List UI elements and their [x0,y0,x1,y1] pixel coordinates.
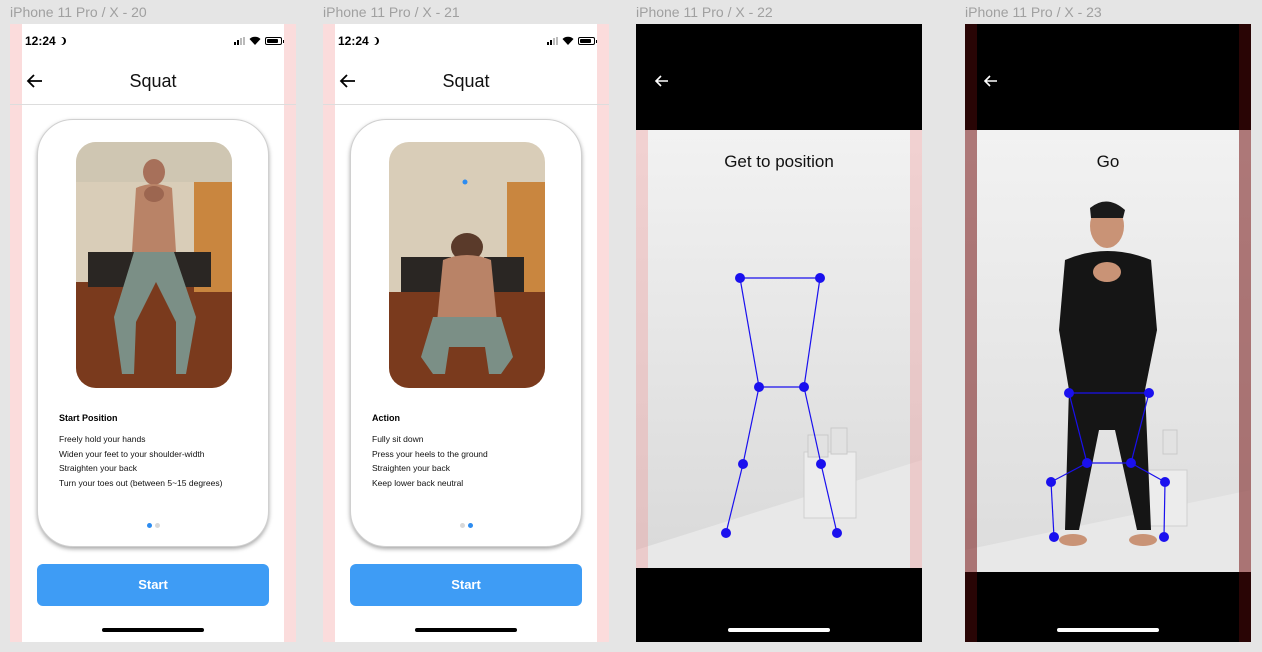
signal-icon [234,36,245,45]
skeleton-joint [1144,388,1154,398]
skeleton-joint [832,528,842,538]
moon-icon [371,37,379,45]
frame-label: iPhone 11 Pro / X - 22 [636,4,773,20]
phone-frame-action: 12:24 Squat Action Fully sit down Press … [323,24,609,642]
nav-header: Squat [323,58,609,105]
back-arrow-icon[interactable] [654,73,670,89]
layout-guide [965,24,977,642]
skeleton-bone [1050,462,1088,483]
page-title: Squat [129,71,177,91]
skeleton-joint [1159,532,1169,542]
page-indicator[interactable] [351,523,581,528]
instruction-item: Straighten your back [372,463,450,473]
skeleton-joint [1049,532,1059,542]
instruction-item: Widen your feet to your shoulder-width [59,448,205,459]
skeleton-bone [1050,481,1055,538]
skeleton-joint [799,382,809,392]
moon-icon [58,37,66,45]
exercise-photo [76,142,232,388]
skeleton-joint [735,273,745,283]
signal-icon [547,36,558,45]
skeleton-joint [816,459,826,469]
exercise-photo [389,142,545,388]
frame-label: iPhone 11 Pro / X - 21 [323,4,460,20]
layout-guide [323,24,335,642]
home-indicator[interactable] [1057,628,1159,632]
skeleton-joint [721,528,731,538]
instruction-item: Turn your toes out (between 5~15 degrees… [59,477,223,488]
skeleton-bone [1068,392,1088,464]
page-dot[interactable] [154,523,160,528]
skeleton-joint [1046,477,1056,487]
instruction-item: Straighten your back [59,463,137,473]
layout-guide [1239,24,1251,642]
camera-top-bar [636,24,922,130]
status-bar: 12:24 [335,24,597,58]
skeleton-bone [742,386,760,465]
skeleton-joint [1064,388,1074,398]
instruction-item: Keep lower back neutral [372,477,464,488]
start-button[interactable]: Start [350,564,582,606]
skeleton-bone [803,277,821,388]
phone-frame-camera-go: Go [965,24,1251,642]
skeleton-joint [815,273,825,283]
skeleton-bone [820,463,838,534]
instruction-list: Freely hold your hands Widen your feet t… [59,432,222,490]
pose-skeleton [721,273,842,538]
home-indicator[interactable] [415,628,517,632]
exercise-card[interactable]: Start Position Freely hold your hands Wi… [37,119,269,547]
skeleton-bone [725,463,744,534]
start-button[interactable]: Start [37,564,269,606]
frame-label: iPhone 11 Pro / X - 23 [965,4,1102,20]
skeleton-bone [1163,481,1166,538]
instruction-item: Fully sit down [372,434,424,444]
camera-top-bar [965,24,1251,130]
wifi-icon [562,36,574,45]
battery-icon [578,36,597,45]
battery-icon [265,36,284,45]
skeleton-joint [754,382,764,392]
page-title: Squat [442,71,490,91]
phone-frame-start-position: 12:24 Squat Start Position Freely hold y… [10,24,296,642]
status-bar: 12:24 [22,24,284,58]
home-indicator[interactable] [102,628,204,632]
wifi-icon [249,36,261,45]
instruction-item: Press your heels to the ground [372,448,488,459]
section-heading: Start Position [59,413,118,423]
page-dot[interactable] [146,523,152,528]
back-arrow-icon[interactable] [983,73,999,89]
skeleton-bone [1130,462,1166,483]
camera-view: Go [965,130,1251,572]
home-indicator[interactable] [728,628,830,632]
skeleton-joint [1082,458,1092,468]
instruction-item: Freely hold your hands [59,434,146,444]
instruction-list: Fully sit down Press your heels to the g… [372,432,488,490]
exercise-card[interactable]: Action Fully sit down Press your heels t… [350,119,582,547]
page-dot[interactable] [467,523,473,528]
skeleton-joint [1126,458,1136,468]
phone-frame-camera-position: Get to position [636,24,922,642]
skeleton-joint [1160,477,1170,487]
skeleton-bone [739,277,760,388]
layout-guide [10,24,22,642]
layout-guide [284,24,296,642]
page-dot[interactable] [459,523,465,528]
frame-label: iPhone 11 Pro / X - 20 [10,4,147,20]
pose-skeleton [1046,388,1170,542]
skeleton-bone [803,386,822,465]
nav-header: Squat [10,58,296,105]
status-time: 12:24 [338,34,379,48]
section-heading: Action [372,413,400,423]
skeleton-joint [738,459,748,469]
status-time: 12:24 [25,34,66,48]
layout-guide [597,24,609,642]
camera-view: Get to position [636,130,922,568]
skeleton-bone [1130,392,1150,464]
page-indicator[interactable] [38,523,268,528]
